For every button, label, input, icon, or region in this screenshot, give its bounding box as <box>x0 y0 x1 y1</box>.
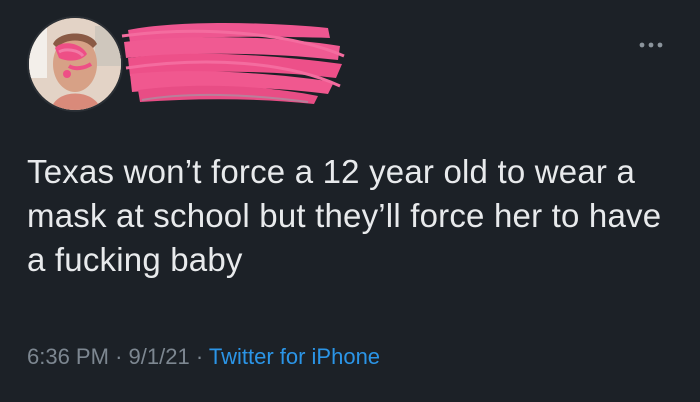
redacted-user-name[interactable] <box>118 16 348 110</box>
tweet-text: Texas won’t force a 12 year old to wear … <box>27 153 662 278</box>
separator: · <box>195 344 204 369</box>
tweet-time[interactable]: 6:36 PM <box>27 344 109 369</box>
more-horizontal-icon <box>639 42 663 48</box>
separator: · <box>115 344 123 369</box>
more-options-button[interactable] <box>637 38 665 50</box>
tweet-card: Texas won’t force a 12 year old to wear … <box>0 0 700 402</box>
avatar[interactable] <box>27 16 123 112</box>
tweet-source-link[interactable]: Twitter for iPhone <box>209 344 380 369</box>
redaction-scribble-icon <box>121 23 345 104</box>
tweet-metadata: 6:36 PM · 9/1/21 · Twitter for iPhone <box>27 342 380 372</box>
profile-photo-icon <box>29 18 121 110</box>
tweet-date[interactable]: 9/1/21 <box>129 344 190 369</box>
